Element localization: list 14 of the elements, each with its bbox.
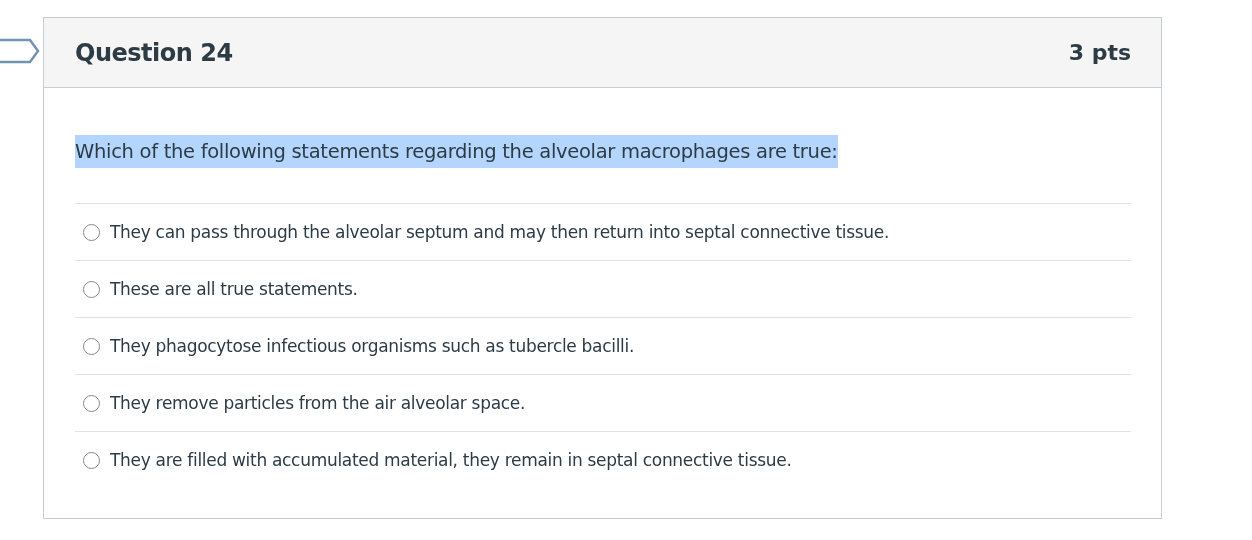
radio-button[interactable] bbox=[83, 394, 100, 412]
points: 3 pts bbox=[1068, 39, 1131, 67]
answer-label[interactable]: They remove particles from the air alveolar space. bbox=[110, 390, 526, 416]
question-title: Question 24 bbox=[75, 37, 233, 69]
radio-button[interactable] bbox=[83, 223, 100, 241]
answer-label[interactable]: They phagocytose infectious organisms such as tubercle bacilli. bbox=[110, 333, 635, 359]
answer-label[interactable]: They are filled with accumulated material, they remain in septal connective tissue. bbox=[110, 447, 792, 473]
answer-label[interactable]: These are all true statements. bbox=[110, 276, 358, 302]
answer-label[interactable]: They can pass through the alveolar septum and may then return into septal connective tissue. bbox=[110, 219, 890, 245]
radio-button[interactable] bbox=[83, 337, 100, 355]
question-text: Which of the following statements regarding the alveolar macrophages are true: bbox=[75, 135, 838, 169]
radio-button[interactable] bbox=[83, 280, 100, 298]
radio-button[interactable] bbox=[83, 451, 100, 469]
flag-icon[interactable] bbox=[0, 38, 42, 64]
